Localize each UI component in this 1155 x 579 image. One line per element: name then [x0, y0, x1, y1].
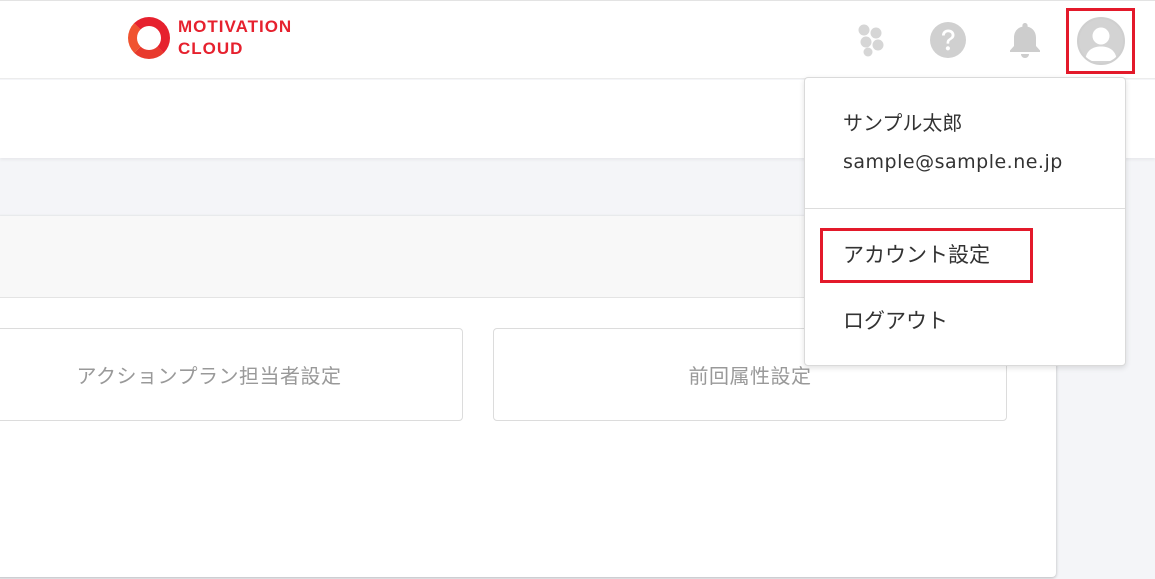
logout-menu-item[interactable]: ログアウト [843, 305, 948, 335]
user-avatar-icon[interactable] [1077, 17, 1125, 65]
avatar-highlight-frame [1066, 8, 1135, 74]
help-icon[interactable] [929, 21, 967, 59]
account-dropdown-menu: サンプル太郎 sample@sample.ne.jp アカウント設定 ログアウト [804, 77, 1126, 366]
tile-label: アクションプラン担当者設定 [76, 364, 342, 388]
user-silhouette-icon [1085, 27, 1117, 61]
logo-line-2: CLOUD [178, 39, 244, 58]
motivation-cloud-logo[interactable]: MOTIVATION CLOUD [128, 16, 292, 60]
logo-line-1: MOTIVATION [178, 17, 293, 36]
bell-icon[interactable] [1006, 20, 1044, 60]
user-name: サンプル太郎 [843, 111, 963, 135]
apps-icon[interactable] [852, 22, 888, 58]
logo-ring-icon [128, 17, 170, 59]
menu-divider [805, 208, 1125, 209]
top-header: MOTIVATION CLOUD [0, 0, 1155, 79]
logo-text: MOTIVATION CLOUD [178, 16, 292, 60]
account-settings-menu-item[interactable]: アカウント設定 [843, 239, 990, 269]
tile-label: 前回属性設定 [688, 364, 812, 388]
user-email: sample@sample.ne.jp [843, 151, 1063, 173]
action-plan-owner-settings-tile[interactable]: アクションプラン担当者設定 [0, 328, 463, 421]
